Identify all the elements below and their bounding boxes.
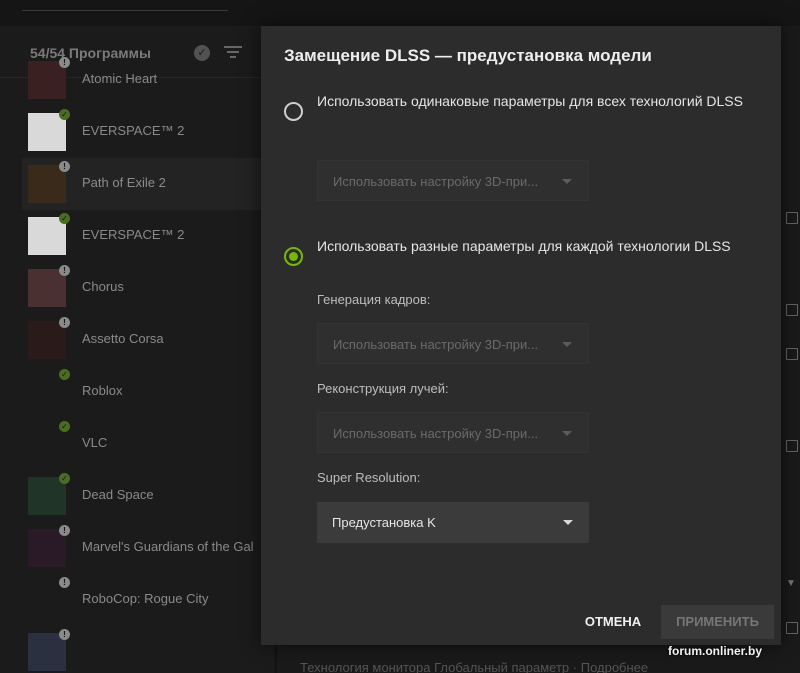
program-list-item[interactable]: ! RoboCop: Rogue City (22, 574, 276, 626)
dlss-preset-dialog: Замещение DLSS — предустановка модели Ис… (261, 26, 781, 645)
warning-badge-icon: ! (59, 577, 70, 588)
watermark: forum.onliner.by (668, 644, 763, 658)
super-res-select[interactable]: Предустановка K (317, 502, 589, 543)
check-badge-icon: ✓ (59, 109, 70, 120)
ray-recon-select: Использовать настройку 3D-при... (317, 412, 589, 453)
dialog-title: Замещение DLSS — предустановка модели (284, 46, 652, 65)
program-list-item[interactable]: ✓ Roblox (22, 366, 276, 418)
select-value: Использовать настройку 3D-при... (333, 174, 539, 189)
program-list-item[interactable]: ✓ EVERSPACE™ 2 (22, 106, 276, 158)
program-list-item[interactable]: ✓ EVERSPACE™ 2 (22, 210, 276, 262)
same-params-select: Использовать настройку 3D-при... (317, 160, 589, 201)
warning-badge-icon: ! (59, 57, 70, 68)
program-name: EVERSPACE™ 2 (82, 123, 185, 138)
warning-badge-icon: ! (59, 525, 70, 536)
program-name: Marvel's Guardians of the Gal (82, 539, 254, 554)
edit-icon[interactable] (786, 212, 798, 224)
frame-gen-select: Использовать настройку 3D-при... (317, 323, 589, 364)
ray-recon-label: Реконструкция лучей: (317, 381, 449, 396)
warning-badge-icon: ! (59, 629, 70, 640)
program-list: ! Atomic Heart ✓ EVERSPACE™ 2! Path of Exile… (22, 54, 276, 673)
check-badge-icon: ✓ (59, 369, 70, 380)
program-list-item[interactable]: ! Chorus (22, 262, 276, 314)
program-list-item[interactable]: ! Marvel's Guardians of the Gal (22, 522, 276, 574)
app-window: ▼ Технология монитора Глобальный парамет… (0, 0, 800, 673)
program-list-item[interactable]: ! Atomic Heart (22, 54, 276, 106)
program-name: RoboCop: Rogue City (82, 591, 209, 606)
warning-badge-icon: ! (59, 317, 70, 328)
program-name: Atomic Heart (82, 71, 158, 86)
chevron-down-icon (562, 431, 572, 436)
check-badge-icon: ✓ (59, 213, 70, 224)
radio-same-params[interactable] (284, 102, 303, 121)
edit-icon[interactable] (786, 622, 798, 634)
select-value: Предустановка K (332, 515, 436, 530)
program-name: Dead Space (82, 487, 154, 502)
select-value: Использовать настройку 3D-при... (333, 426, 539, 441)
program-name: VLC (82, 435, 108, 450)
program-list-item[interactable]: ✓ Dead Space (22, 470, 276, 522)
program-name: Path of Exile 2 (82, 175, 166, 190)
edit-icon[interactable] (786, 304, 798, 316)
super-res-label: Super Resolution: (317, 470, 421, 485)
background-row-text: Технология монитора Глобальный параметр … (300, 660, 649, 673)
program-list-item[interactable]: ✓ VLC (22, 418, 276, 470)
check-badge-icon: ✓ (59, 421, 70, 432)
warning-badge-icon: ! (59, 265, 70, 276)
program-name: Roblox (82, 383, 123, 398)
program-list-item[interactable]: ! (22, 626, 276, 673)
edit-icon[interactable] (786, 348, 798, 360)
frame-gen-label: Генерация кадров: (317, 292, 431, 307)
chevron-down-icon (563, 520, 573, 525)
program-name: EVERSPACE™ 2 (82, 227, 185, 242)
warning-badge-icon: ! (59, 161, 70, 172)
edit-icon[interactable] (786, 440, 798, 452)
chevron-down-icon[interactable]: ▼ (786, 578, 796, 589)
tab-indicator (22, 10, 228, 11)
apply-button[interactable]: ПРИМЕНИТЬ (661, 605, 774, 639)
program-name: Chorus (82, 279, 124, 294)
cancel-button[interactable]: ОТМЕНА (573, 605, 653, 639)
select-value: Использовать настройку 3D-при... (333, 337, 539, 352)
chevron-down-icon (562, 342, 572, 347)
program-name: Assetto Corsa (82, 331, 164, 346)
radio-different-params[interactable] (284, 247, 303, 266)
option-different-label[interactable]: Использовать разные параметры для каждой… (317, 235, 757, 257)
program-list-item[interactable]: ! Assetto Corsa (22, 314, 276, 366)
check-badge-icon: ✓ (59, 473, 70, 484)
program-list-item[interactable]: ! Path of Exile 2 (22, 158, 276, 210)
option-same-label[interactable]: Использовать одинаковые параметры для вс… (317, 90, 757, 112)
chevron-down-icon (562, 179, 572, 184)
